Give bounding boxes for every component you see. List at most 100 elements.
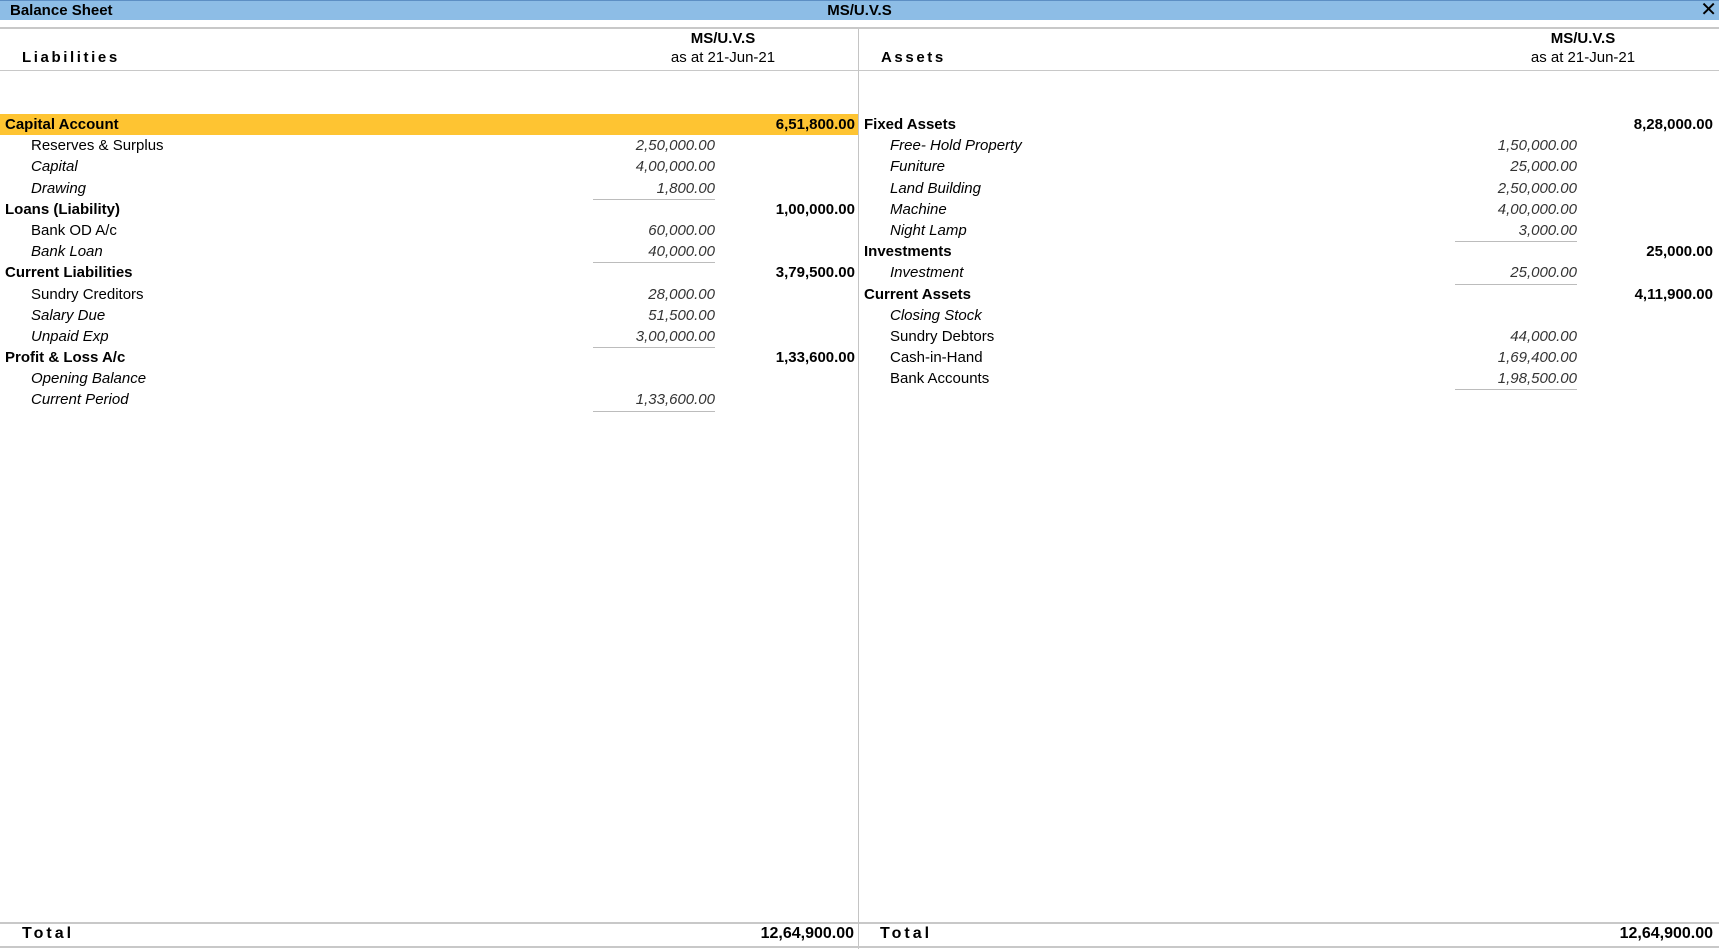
liabilities-header: Liabilities MS/U.V.S as at 21-Jun-21 — [0, 29, 858, 71]
ledger-amount: 1,33,600.00 — [635, 391, 715, 409]
liabilities-total-label: Total — [22, 925, 75, 942]
ledger-amount: 1,800.00 — [656, 179, 715, 197]
ledger-name: Capital — [31, 158, 78, 176]
group-amount: 6,51,800.00 — [775, 116, 855, 133]
ledger-amount: 2,50,000.00 — [1497, 179, 1577, 197]
ledger-amount: 44,000.00 — [1510, 327, 1577, 345]
ledger-row[interactable]: Bank OD A/c 60,000.00 — [0, 220, 858, 241]
group-name: Investments — [864, 243, 952, 261]
group-amount: 4,11,900.00 — [1634, 285, 1713, 303]
group-name: Fixed Assets — [864, 116, 956, 133]
assets-list: Fixed Assets 8,28,000.00 Free- Hold Proper… — [859, 114, 1719, 391]
group-row[interactable]: Profit & Loss A/c 1,33,600.00 — [0, 347, 858, 368]
ledger-amount: 4,00,000.00 — [635, 158, 715, 176]
ledger-name: Sundry Debtors — [890, 327, 995, 345]
ledger-row[interactable]: Bank Accounts 1,98,500.00 — [859, 368, 1719, 391]
ledger-row[interactable]: Funiture 25,000.00 — [859, 156, 1719, 177]
ledger-amount: 1,69,400.00 — [1497, 349, 1577, 367]
ledger-row[interactable]: Bank Loan 40,000.00 — [0, 241, 858, 264]
ledger-amount: 1,50,000.00 — [1497, 137, 1577, 155]
totals-bar: Total 12,64,900.00 Total 12,64,900.00 — [0, 922, 1719, 949]
ledger-amount: 51,500.00 — [648, 306, 715, 324]
ledger-name: Funiture — [890, 158, 946, 176]
liabilities-panel: Liabilities MS/U.V.S as at 21-Jun-21 Cap… — [0, 29, 858, 949]
group-row[interactable]: Fixed Assets 8,28,000.00 — [859, 114, 1719, 135]
ledger-name: Investment — [890, 264, 964, 282]
ledger-amount: 40,000.00 — [648, 243, 715, 261]
group-amount: 3,79,500.00 — [775, 264, 855, 282]
assets-header: Assets MS/U.V.S as at 21-Jun-21 — [859, 29, 1719, 71]
ledger-row[interactable]: Reserves & Surplus 2,50,000.00 — [0, 135, 858, 156]
ledger-name: Salary Due — [31, 306, 106, 324]
assets-title: Assets — [881, 49, 946, 66]
ledger-row[interactable]: Land Building 2,50,000.00 — [859, 178, 1719, 199]
assets-total: 12,64,900.00 — [1619, 925, 1713, 942]
assets-panel: Assets MS/U.V.S as at 21-Jun-21 Fixed As… — [858, 29, 1719, 949]
ledger-row[interactable]: Closing Stock — [859, 305, 1719, 326]
ledger-name: Current Period — [31, 391, 129, 409]
ledger-amount: 60,000.00 — [648, 221, 715, 239]
ledger-row[interactable]: Sundry Debtors 44,000.00 — [859, 326, 1719, 347]
ledger-row[interactable]: Free- Hold Property 1,50,000.00 — [859, 135, 1719, 156]
subtotal-rule — [1455, 389, 1577, 391]
ledger-amount: 28,000.00 — [648, 285, 715, 303]
group-row[interactable]: Current Liabilities 3,79,500.00 — [0, 262, 858, 283]
ledger-row[interactable]: Machine 4,00,000.00 — [859, 199, 1719, 220]
ledger-row[interactable]: Night Lamp 3,000.00 — [859, 220, 1719, 243]
group-row[interactable]: Current Assets 4,11,900.00 — [859, 284, 1719, 305]
ledger-name: Machine — [890, 200, 947, 218]
liabilities-as-at: as at 21-Jun-21 — [670, 49, 776, 66]
close-icon[interactable]: ✕ — [1700, 0, 1717, 20]
group-row[interactable]: Capital Account 6,51,800.00 — [0, 114, 858, 136]
liabilities-list: Capital Account 6,51,800.00 Reserves & Sur… — [0, 114, 858, 412]
ledger-row[interactable]: Current Period 1,33,600.00 — [0, 389, 858, 412]
ledger-amount: 25,000.00 — [1510, 158, 1577, 176]
ledger-name: Bank OD A/c — [31, 221, 117, 239]
ledger-name: Bank Accounts — [890, 370, 990, 388]
totals-top-rule — [0, 922, 1719, 924]
ledger-row[interactable]: Sundry Creditors 28,000.00 — [0, 284, 858, 305]
ledger-amount: 1,98,500.00 — [1497, 370, 1577, 388]
ledger-name: Opening Balance — [31, 370, 147, 388]
assets-company: MS/U.V.S — [1550, 30, 1616, 47]
ledger-name: Drawing — [31, 179, 87, 197]
assets-as-at: as at 21-Jun-21 — [1530, 49, 1636, 66]
ledger-amount: 3,000.00 — [1518, 221, 1577, 239]
ledger-row[interactable]: Opening Balance — [0, 368, 858, 389]
liabilities-total: 12,64,900.00 — [760, 925, 854, 942]
totals-bottom-rule — [0, 946, 1719, 948]
ledger-amount: 25,000.00 — [1510, 264, 1577, 282]
ledger-name: Land Building — [890, 179, 981, 197]
group-amount: 8,28,000.00 — [1633, 116, 1713, 133]
group-amount: 25,000.00 — [1646, 243, 1713, 261]
subtotal-rule — [593, 410, 715, 412]
ledger-name: Unpaid Exp — [31, 327, 109, 345]
company-name: MS/U.V.S — [827, 2, 892, 19]
title-bar: Balance Sheet MS/U.V.S ✕ — [0, 0, 1719, 20]
ledger-row[interactable]: Investment 25,000.00 — [859, 262, 1719, 285]
ledger-name: Reserves & Surplus — [31, 137, 164, 155]
liabilities-company: MS/U.V.S — [690, 30, 756, 47]
group-amount: 1,33,600.00 — [775, 349, 855, 367]
group-row[interactable]: Loans (Liability) 1,00,000.00 — [0, 199, 858, 220]
ledger-row[interactable]: Drawing 1,800.00 — [0, 178, 858, 200]
group-name: Loans (Liability) — [5, 200, 121, 218]
ledger-amount: 3,00,000.00 — [635, 327, 715, 345]
group-row[interactable]: Investments 25,000.00 — [859, 241, 1719, 262]
group-amount: 1,00,000.00 — [775, 200, 855, 218]
ledger-name: Free- Hold Property — [890, 137, 1022, 155]
ledger-name: Bank Loan — [31, 243, 103, 261]
group-name: Current Assets — [864, 285, 971, 303]
ledger-name: Sundry Creditors — [31, 285, 144, 303]
ledger-row[interactable]: Capital 4,00,000.00 — [0, 156, 858, 177]
ledger-name: Night Lamp — [890, 221, 967, 239]
group-name: Current Liabilities — [5, 264, 133, 282]
ledger-row[interactable]: Salary Due 51,500.00 — [0, 305, 858, 326]
totals-divider — [858, 922, 859, 946]
ledger-row[interactable]: Unpaid Exp 3,00,000.00 — [0, 326, 858, 349]
ledger-row[interactable]: Cash-in-Hand 1,69,400.00 — [859, 347, 1719, 368]
ledger-amount: 4,00,000.00 — [1497, 200, 1577, 218]
ledger-name: Cash-in-Hand — [890, 349, 983, 367]
liabilities-title: Liabilities — [22, 49, 120, 66]
ledger-amount: 2,50,000.00 — [635, 137, 715, 155]
